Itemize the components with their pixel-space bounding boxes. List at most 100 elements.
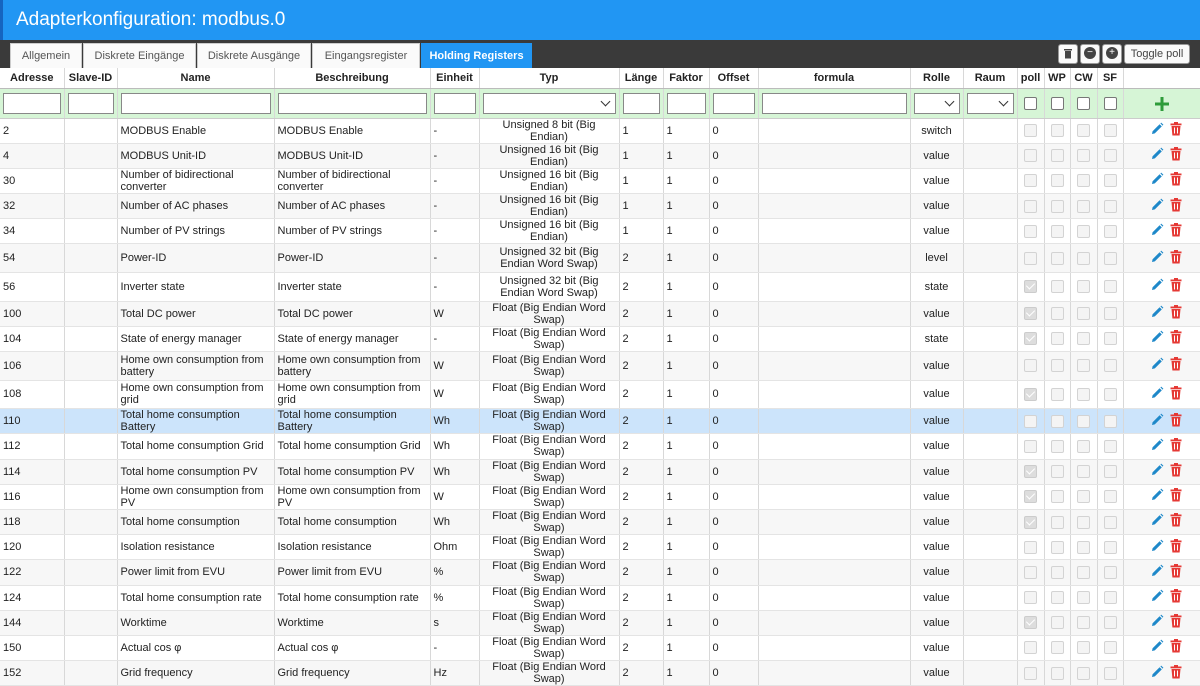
col-slave-id[interactable]: Slave-ID — [64, 68, 118, 89]
trash-icon[interactable] — [1170, 639, 1182, 656]
trash-icon[interactable] — [1170, 122, 1182, 139]
trash-icon[interactable] — [1170, 249, 1182, 267]
filter-raum-select[interactable] — [966, 92, 1014, 114]
table-row[interactable]: 108 Home own consumption from grid Home ow… — [0, 380, 1200, 410]
filter-sf-checkbox[interactable] — [1103, 96, 1117, 110]
table-row[interactable]: 112 Total home consumption Grid Total home… — [0, 433, 1200, 460]
table-row[interactable]: 120 Isolation resistance Isolation resista… — [0, 534, 1200, 561]
table-row[interactable]: 122 Power limit from EVU Power limit from … — [0, 559, 1200, 586]
trash-icon[interactable] — [1170, 437, 1182, 455]
col-typ[interactable]: Typ — [479, 68, 620, 89]
tab-diskrete-ausgaenge[interactable]: Diskrete Ausgänge — [197, 43, 311, 68]
trash-icon[interactable] — [1170, 614, 1182, 631]
trash-icon[interactable] — [1170, 664, 1182, 682]
trash-icon[interactable] — [1170, 538, 1182, 556]
tab-eingangsregister[interactable]: Eingangsregister — [312, 43, 420, 68]
trash-icon[interactable] — [1170, 563, 1182, 581]
table-row[interactable]: 152 Grid frequency Grid frequency Hz Float (… — [0, 660, 1200, 686]
filter-slave-id-input[interactable] — [67, 92, 114, 114]
table-row[interactable]: 124 Total home consumption rate Total home… — [0, 585, 1200, 611]
trash-icon[interactable] — [1170, 488, 1182, 505]
table-row[interactable]: 118 Total home consumption Total home cons… — [0, 509, 1200, 536]
pencil-icon[interactable] — [1150, 463, 1164, 480]
tab-allgemein[interactable]: Allgemein — [10, 43, 82, 68]
filter-faktor-input[interactable] — [666, 92, 706, 114]
filter-poll-checkbox[interactable] — [1024, 96, 1037, 110]
filter-formula-input[interactable] — [761, 92, 907, 114]
table-row[interactable]: 56 Inverter state Inverter state - Unsigned … — [0, 272, 1200, 302]
pencil-icon[interactable] — [1150, 614, 1164, 631]
table-row[interactable]: 32 Number of AC phases Number of AC phases… — [0, 193, 1200, 220]
pencil-icon[interactable] — [1150, 589, 1164, 606]
col-adresse[interactable]: Adresse — [0, 68, 65, 89]
filter-offset-input[interactable] — [712, 92, 755, 114]
col-poll[interactable]: poll — [1017, 68, 1045, 89]
filter-einheit-input[interactable] — [433, 92, 476, 114]
trash-icon[interactable] — [1170, 385, 1182, 403]
pencil-icon[interactable] — [1150, 665, 1164, 682]
filter-typ-select[interactable] — [482, 92, 616, 114]
table-row[interactable]: 34 Number of PV strings Number of PV strin… — [0, 218, 1200, 245]
table-row[interactable]: 4 MODBUS Unit-ID MODBUS Unit-ID - Unsigned 1… — [0, 143, 1200, 169]
pencil-icon[interactable] — [1150, 198, 1164, 215]
expand-button[interactable]: + — [1102, 44, 1122, 64]
trash-icon[interactable] — [1170, 330, 1182, 347]
trash-icon[interactable] — [1170, 197, 1182, 215]
table-row[interactable]: 100 Total DC power Total DC power W Float (B… — [0, 301, 1200, 327]
table-row[interactable]: 150 Actual cos φ Actual cos φ - Float (Big E… — [0, 635, 1200, 662]
filter-beschreibung-input[interactable] — [277, 92, 427, 114]
trash-icon[interactable] — [1170, 412, 1182, 430]
pencil-icon[interactable] — [1150, 122, 1164, 139]
filter-rolle-select[interactable] — [913, 92, 960, 114]
pencil-icon[interactable] — [1150, 513, 1164, 530]
pencil-icon[interactable] — [1150, 488, 1164, 505]
table-row[interactable]: 144 Worktime Worktime s Float (Big Endian Wo… — [0, 610, 1200, 636]
col-name[interactable]: Name — [117, 68, 275, 89]
col-raum[interactable]: Raum — [963, 68, 1018, 89]
toggle-poll-button[interactable]: Toggle poll — [1124, 44, 1190, 64]
pencil-icon[interactable] — [1150, 278, 1164, 295]
add-row-button[interactable] — [1154, 89, 1170, 116]
pencil-icon[interactable] — [1150, 539, 1164, 556]
col-wp[interactable]: WP — [1044, 68, 1071, 89]
pencil-icon[interactable] — [1150, 250, 1164, 267]
trash-icon[interactable] — [1170, 463, 1182, 480]
pencil-icon[interactable] — [1150, 413, 1164, 430]
col-einheit[interactable]: Einheit — [430, 68, 480, 89]
pencil-icon[interactable] — [1150, 438, 1164, 455]
filter-cw-checkbox[interactable] — [1077, 96, 1090, 110]
col-rolle[interactable]: Rolle — [910, 68, 964, 89]
filter-adresse-input[interactable] — [3, 92, 61, 114]
pencil-icon[interactable] — [1150, 564, 1164, 581]
table-row[interactable]: 106 Home own consumption from battery Home… — [0, 351, 1200, 381]
pencil-icon[interactable] — [1150, 330, 1164, 347]
table-row[interactable]: 116 Home own consumption from PV Home own … — [0, 484, 1200, 510]
trash-icon[interactable] — [1170, 357, 1182, 374]
trash-icon[interactable] — [1170, 222, 1182, 240]
pencil-icon[interactable] — [1150, 386, 1164, 403]
table-row[interactable]: 114 Total home consumption PV Total home c… — [0, 459, 1200, 485]
col-beschreibung[interactable]: Beschreibung — [274, 68, 431, 89]
tab-holding-registers[interactable]: Holding Registers — [421, 43, 532, 68]
table-row[interactable]: 104 State of energy manager State of energ… — [0, 326, 1200, 353]
pencil-icon[interactable] — [1150, 223, 1164, 240]
tab-diskrete-eingaenge[interactable]: Diskrete Eingänge — [83, 43, 196, 68]
collapse-button[interactable]: − — [1080, 44, 1100, 64]
col-laenge[interactable]: Länge — [619, 68, 664, 89]
pencil-icon[interactable] — [1150, 305, 1164, 322]
trash-icon[interactable] — [1170, 305, 1182, 322]
col-offset[interactable]: Offset — [709, 68, 759, 89]
pencil-icon[interactable] — [1150, 147, 1164, 164]
col-formula[interactable]: formula — [758, 68, 911, 89]
pencil-icon[interactable] — [1150, 639, 1164, 656]
col-cw[interactable]: CW — [1070, 68, 1098, 89]
table-row[interactable]: 110 Total home consumption Battery Total h… — [0, 408, 1200, 435]
delete-all-button[interactable] — [1058, 44, 1078, 64]
trash-icon[interactable] — [1170, 147, 1182, 164]
trash-icon[interactable] — [1170, 278, 1182, 295]
col-sf[interactable]: SF — [1097, 68, 1124, 89]
col-faktor[interactable]: Faktor — [663, 68, 710, 89]
table-row[interactable]: 2 MODBUS Enable MODBUS Enable - Unsigned 8 b… — [0, 118, 1200, 144]
trash-icon[interactable] — [1170, 513, 1182, 530]
table-row[interactable]: 54 Power-ID Power-ID - Unsigned 32 bit (Big … — [0, 243, 1200, 274]
